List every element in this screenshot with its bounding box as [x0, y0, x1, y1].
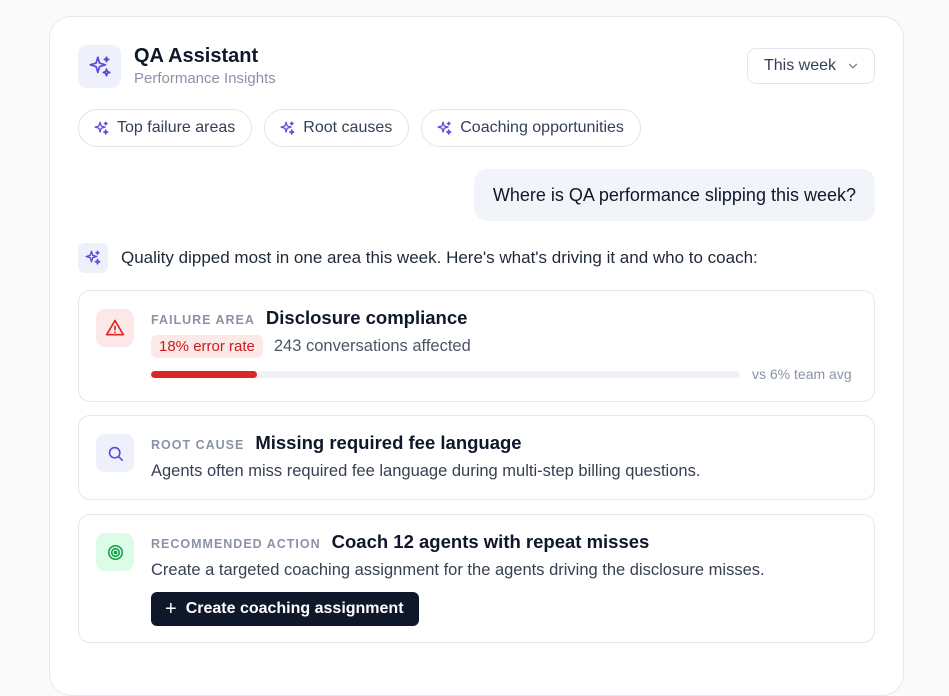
suggestion-chips: Top failure areas Root causes Coaching o…	[78, 109, 641, 147]
qa-assistant-panel: QA Assistant Performance Insights This w…	[49, 16, 904, 696]
search-icon	[96, 434, 134, 472]
assistant-message: Quality dipped most in one area this wee…	[78, 243, 758, 273]
error-rate-badge: 18% error rate	[151, 335, 263, 358]
sparkles-icon	[94, 120, 109, 135]
chip-label: Root causes	[303, 119, 393, 136]
date-range-value: This week	[763, 57, 836, 74]
failure-area-card: FAILURE AREA Disclosure compliance 18% e…	[78, 290, 875, 402]
card-title: Missing required fee language	[255, 432, 522, 453]
card-title: Coach 12 agents with repeat misses	[331, 531, 650, 552]
sparkles-icon	[280, 120, 295, 135]
card-eyebrow: ROOT CAUSE	[151, 438, 245, 452]
chip-root-causes[interactable]: Root causes	[264, 109, 410, 147]
chip-label: Top failure areas	[117, 119, 236, 136]
assistant-message-text: Quality dipped most in one area this wee…	[121, 248, 758, 267]
error-rate-bar	[151, 370, 740, 378]
brand: QA Assistant Performance Insights	[78, 45, 276, 88]
conversations-affected: 243 conversations affected	[273, 337, 471, 355]
sparkles-icon	[437, 120, 452, 135]
team-average-note: vs 6% team avg	[752, 366, 852, 382]
root-cause-card: ROOT CAUSE Missing required fee language…	[78, 415, 875, 500]
chevron-down-icon	[848, 63, 858, 69]
recommended-action-card: RECOMMENDED ACTION Coach 12 agents with …	[78, 514, 875, 643]
error-rate-bar-fill	[151, 370, 258, 378]
panel-header: QA Assistant Performance Insights This w…	[78, 45, 875, 88]
warning-icon	[96, 309, 134, 347]
card-description: Create a targeted coaching assignment fo…	[151, 561, 765, 579]
user-message: Where is QA performance slipping this we…	[473, 169, 875, 221]
target-icon	[96, 533, 134, 571]
app-title: QA Assistant	[134, 45, 259, 67]
card-description: Agents often miss required fee language …	[151, 462, 701, 480]
chip-label: Coaching opportunities	[460, 119, 624, 136]
button-label: Create coaching assignment	[185, 600, 404, 617]
date-range-select[interactable]: This week	[746, 48, 875, 84]
app-subtitle: Performance Insights	[134, 70, 276, 87]
chip-top-failure-areas[interactable]: Top failure areas	[78, 109, 253, 147]
chip-coaching-opportunities[interactable]: Coaching opportunities	[421, 109, 641, 147]
create-coaching-assignment-button[interactable]: + Create coaching assignment	[151, 592, 419, 626]
plus-icon: +	[165, 598, 177, 620]
card-eyebrow: RECOMMENDED ACTION	[151, 537, 321, 551]
sparkles-icon	[78, 243, 108, 273]
sparkles-icon	[78, 45, 121, 88]
card-title: Disclosure compliance	[265, 307, 468, 328]
card-eyebrow: FAILURE AREA	[151, 313, 255, 327]
